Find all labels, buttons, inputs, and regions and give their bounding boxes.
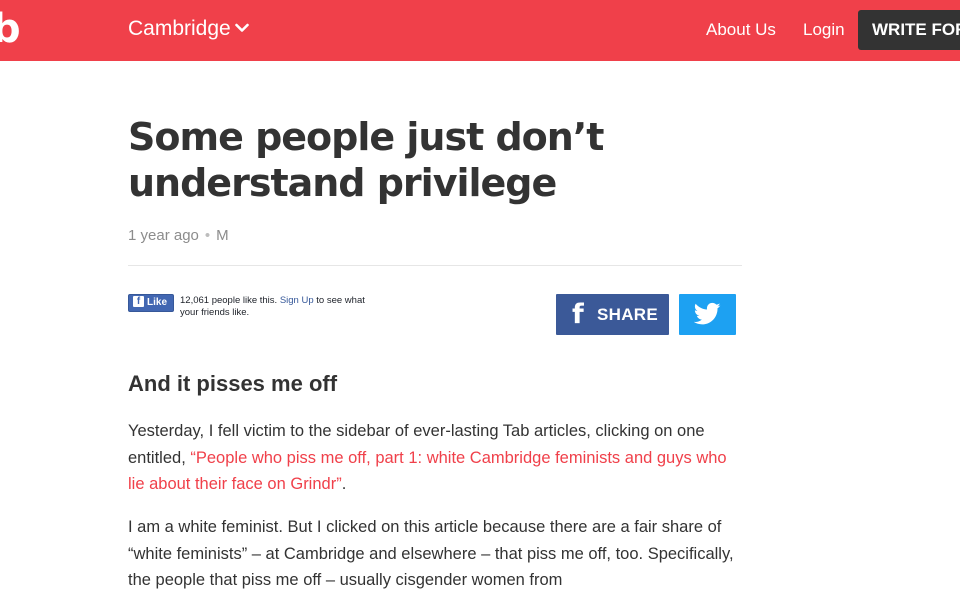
write-for-us-button[interactable]: WRITE FOR [858, 10, 960, 50]
facebook-like-label: Like [147, 297, 168, 308]
facebook-share-label: SHARE [597, 305, 659, 324]
facebook-like-button[interactable]: f Like [128, 294, 174, 312]
article-paragraph: Yesterday, I fell victim to the sidebar … [128, 418, 738, 498]
city-selector[interactable]: Cambridge [128, 16, 249, 42]
facebook-like-text: 12,061 people like this. Sign Up to see … [180, 295, 380, 319]
top-navigation-bar: b Cambridge About Us Login WRITE FOR [0, 0, 960, 61]
twitter-icon [694, 302, 721, 325]
article-title: Some people just don’t understand privil… [128, 115, 604, 205]
related-article-link[interactable]: “People who piss me off, part 1: white C… [128, 449, 727, 494]
paragraph-text: . [341, 475, 347, 493]
article-paragraph: I am a white feminist. But I clicked on … [128, 518, 734, 589]
header-divider [128, 265, 742, 266]
facebook-share-button[interactable]: f SHARE [556, 294, 669, 335]
twitter-share-button[interactable] [679, 294, 736, 335]
facebook-like-count: 12,061 people like this. [180, 295, 278, 306]
nav-about-us-link[interactable]: About Us [706, 19, 776, 41]
facebook-icon: f [572, 299, 584, 330]
article-author[interactable]: M [216, 227, 229, 244]
article-meta: 1 year ago • M [128, 226, 229, 246]
site-logo[interactable]: b [0, 6, 21, 52]
article-subheading: And it pisses me off [128, 371, 338, 396]
facebook-icon: f [133, 295, 144, 307]
article-age: 1 year ago [128, 227, 199, 244]
nav-login-link[interactable]: Login [803, 19, 845, 41]
meta-separator: • [204, 227, 211, 244]
chevron-down-icon [234, 14, 249, 40]
facebook-signup-link[interactable]: Sign Up [280, 295, 314, 306]
city-selector-label: Cambridge [128, 17, 231, 40]
